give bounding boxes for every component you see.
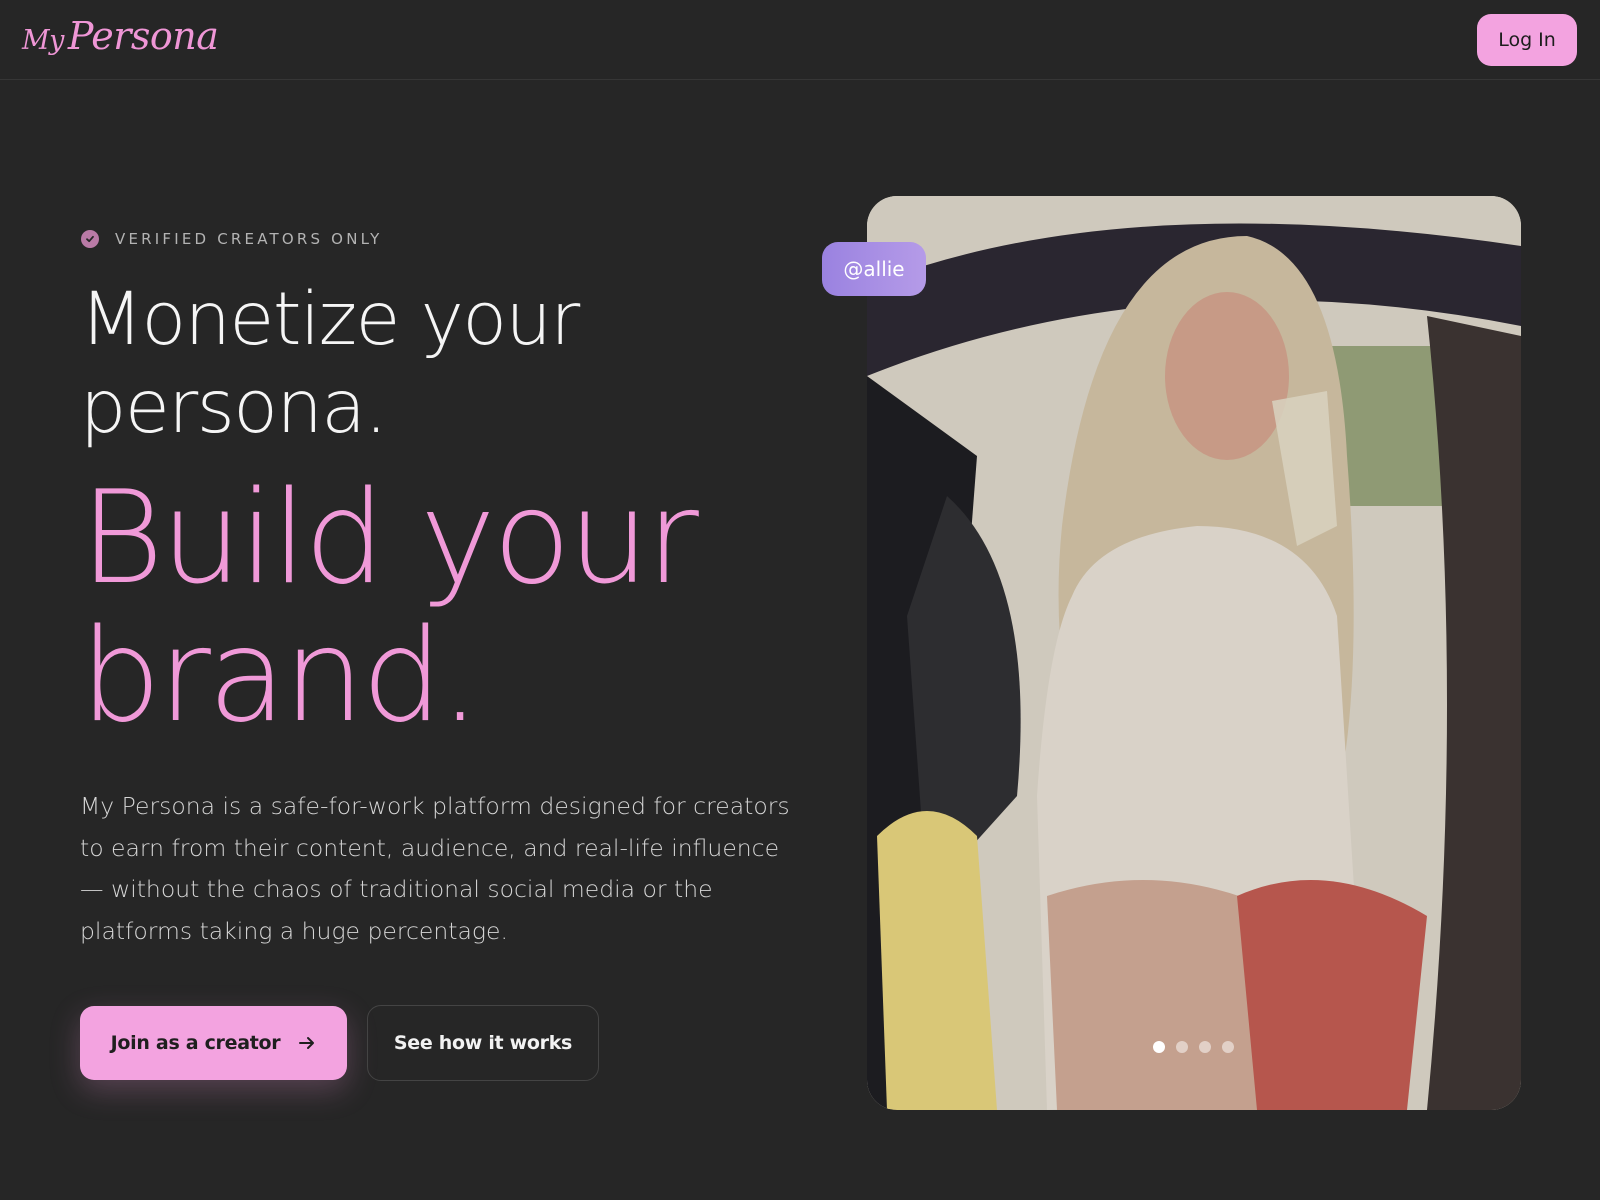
creator-photo-card	[867, 196, 1521, 1110]
logo[interactable]: My Persona	[22, 14, 219, 58]
creator-handle-badge[interactable]: @allie	[822, 242, 926, 296]
carousel-pagination	[1153, 1041, 1234, 1053]
join-creator-label: Join as a creator	[110, 1032, 281, 1054]
creator-photo	[867, 196, 1521, 1110]
accent-headline-line-2: brand.	[80, 602, 480, 751]
logo-persona: Persona	[67, 14, 219, 58]
verified-eyebrow: VERIFIED CREATORS ONLY	[81, 230, 383, 248]
verified-check-icon	[81, 230, 99, 248]
top-nav: My Persona Log In	[0, 0, 1600, 80]
accent-headline: Build your brand.	[80, 464, 699, 751]
see-how-it-works-button[interactable]: See how it works	[367, 1005, 599, 1081]
carousel-dot-1[interactable]	[1153, 1041, 1165, 1053]
headline-line-2: persona.	[80, 365, 388, 450]
arrow-right-icon	[298, 1034, 316, 1052]
hero-description: My Persona is a safe-for-work platform d…	[80, 792, 790, 945]
headline-line-1: Monetize your	[80, 277, 580, 362]
eyebrow-text: VERIFIED CREATORS ONLY	[115, 230, 383, 248]
logo-my: My	[22, 25, 64, 56]
carousel-dot-2[interactable]	[1176, 1041, 1188, 1053]
accent-headline-line-1: Build your	[80, 464, 699, 613]
carousel-dot-3[interactable]	[1199, 1041, 1211, 1053]
login-button[interactable]: Log In	[1477, 14, 1577, 66]
join-creator-button[interactable]: Join as a creator	[80, 1006, 347, 1080]
carousel-dot-4[interactable]	[1222, 1041, 1234, 1053]
headline: Monetize your persona.	[80, 276, 580, 452]
